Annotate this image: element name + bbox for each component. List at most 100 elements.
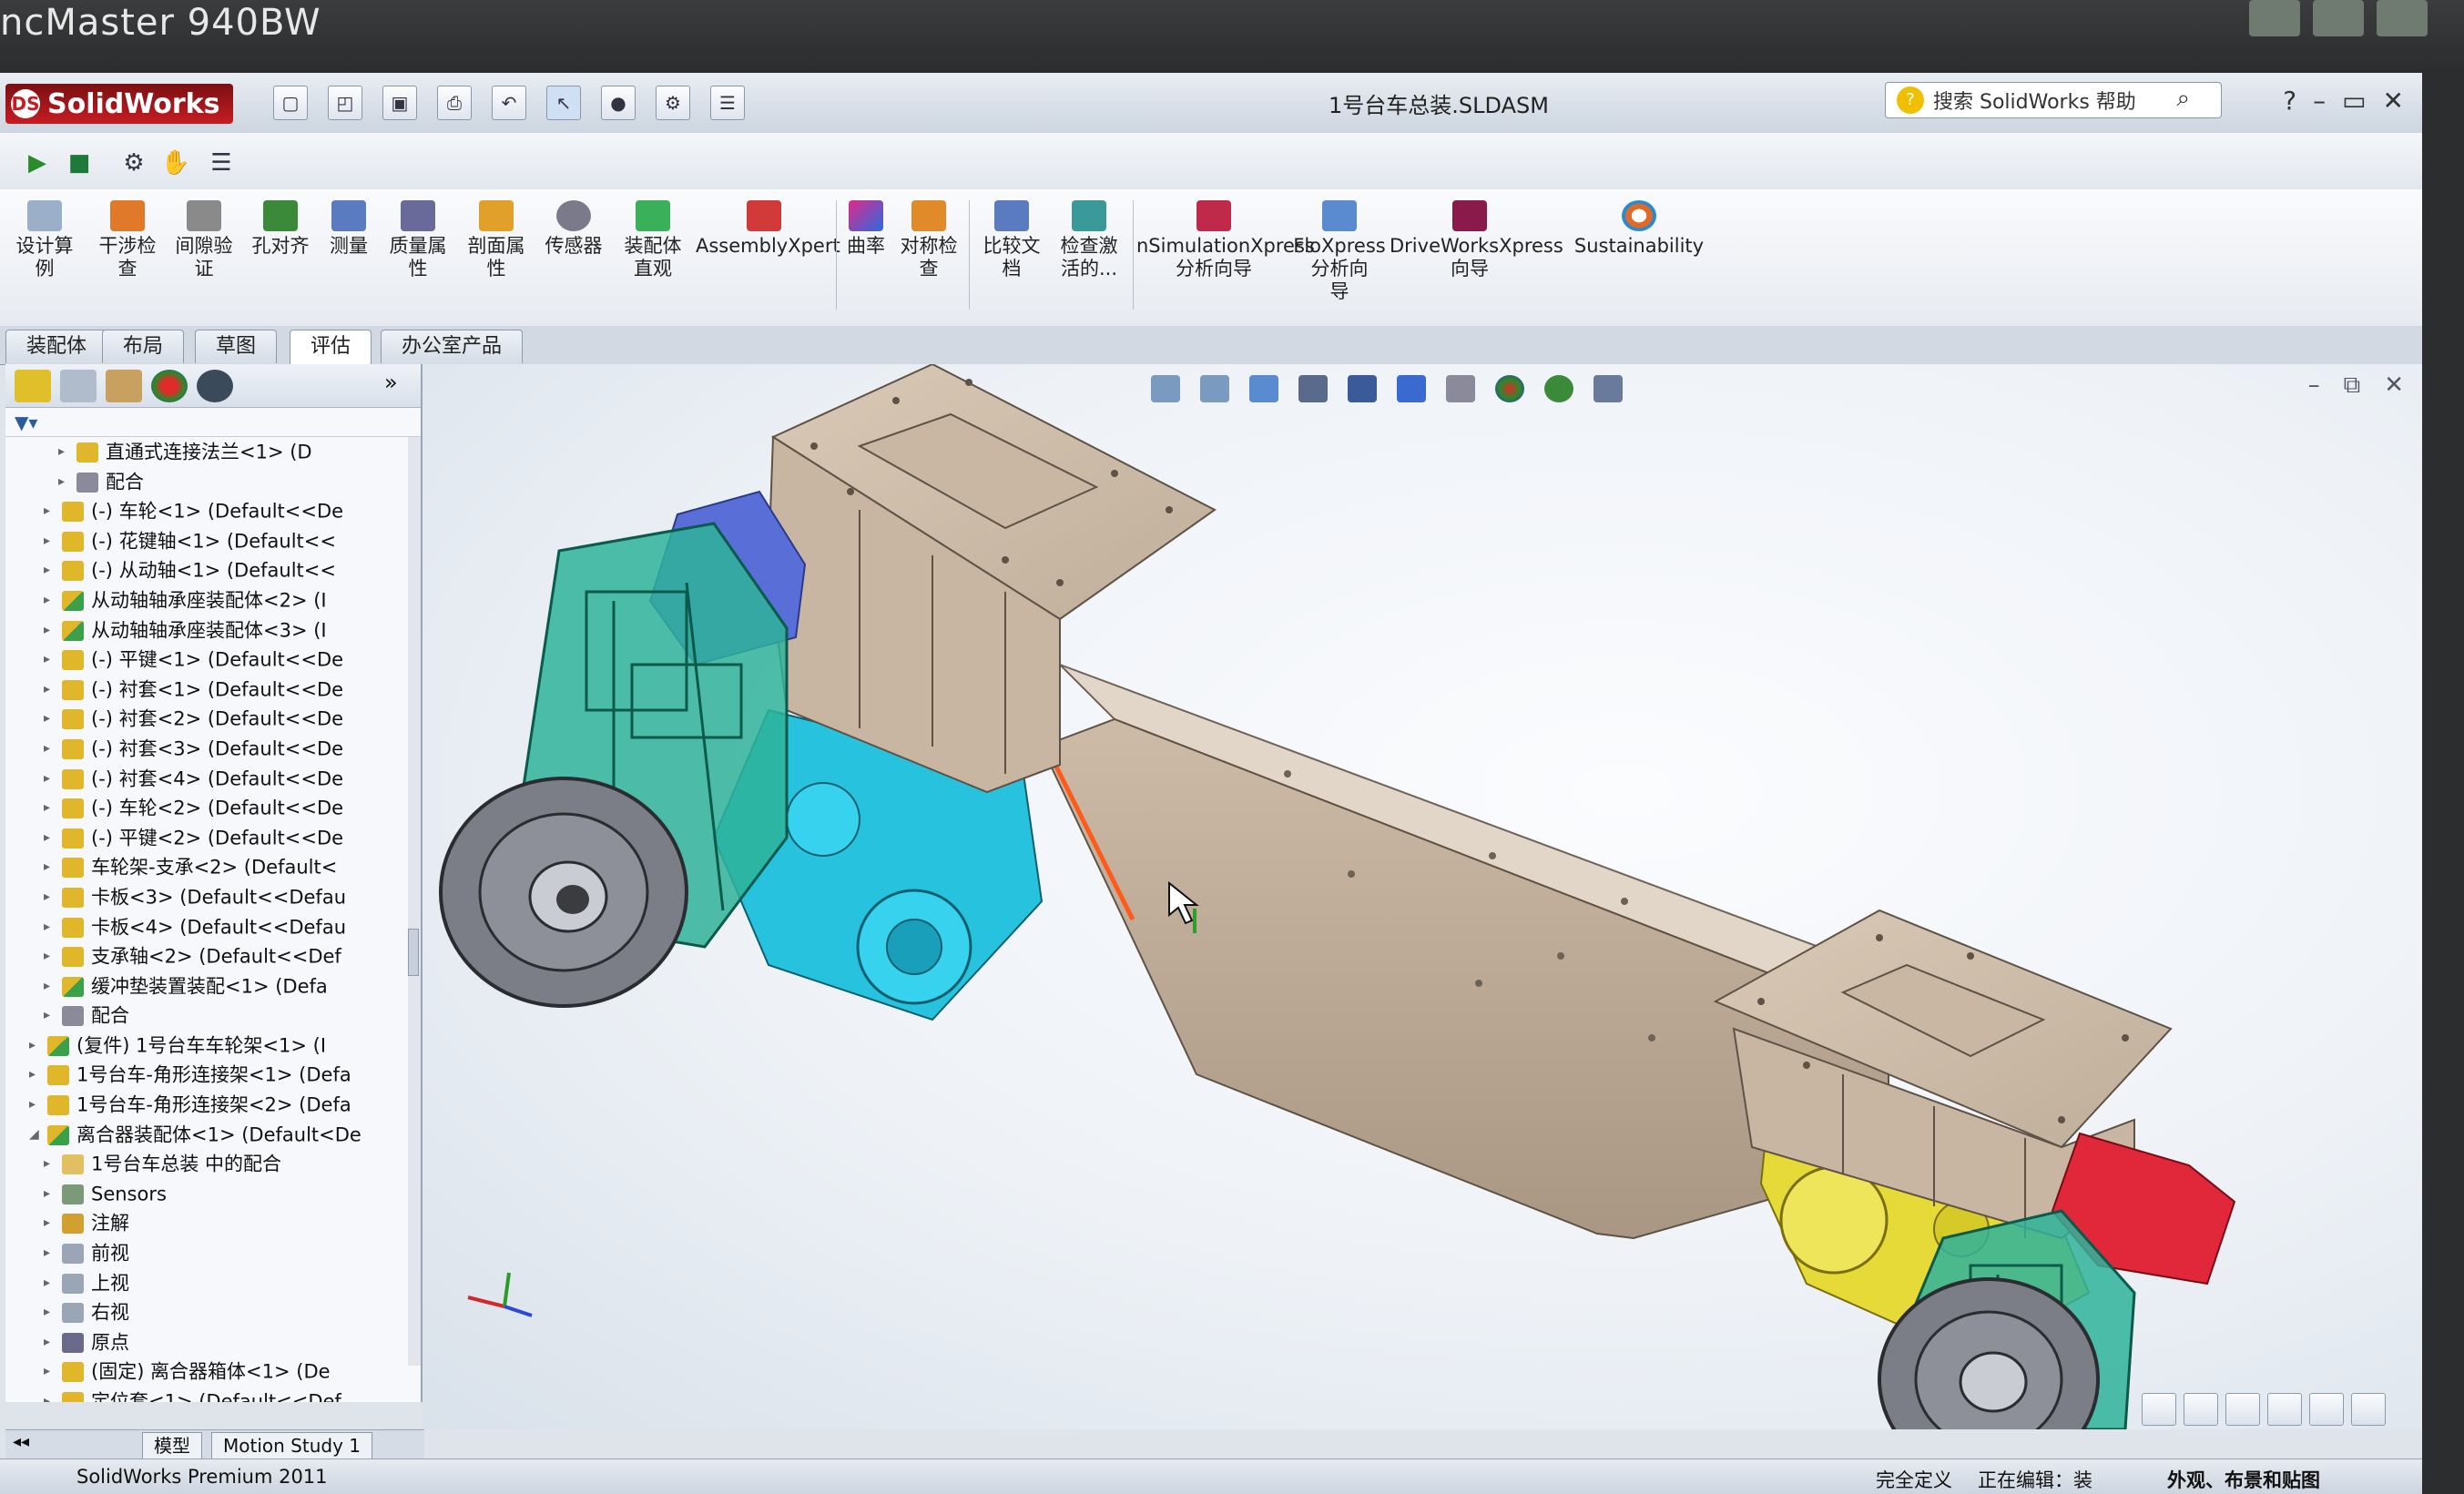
tree-expand-icon[interactable]: ▸ [44, 585, 56, 615]
tree-expand-icon[interactable]: ▸ [44, 1238, 56, 1268]
new-document-icon[interactable]: ▢ [273, 86, 308, 120]
tree-item[interactable]: ▸ 右视 [5, 1297, 421, 1327]
tree-item[interactable]: ▸ Sensors [5, 1179, 421, 1209]
solidworks-logo[interactable]: DS SolidWorks [5, 84, 233, 124]
tree-expand-icon[interactable]: ▸ [29, 1090, 42, 1120]
tree-expand-icon[interactable]: ▸ [44, 555, 56, 585]
tree-expand-icon[interactable]: ▸ [44, 1001, 56, 1031]
tree-expand-icon[interactable]: ▸ [44, 645, 56, 675]
tree-item[interactable]: ▸ 原点 [5, 1327, 421, 1357]
tree-item[interactable]: ▸ 定位套<1> (Default<<Def [5, 1387, 421, 1402]
tree-item[interactable]: ▸ 直通式连接法兰<1> (D [5, 437, 421, 467]
tree-item[interactable]: ▸ 车轮架-支承<2> (Default< [5, 852, 421, 882]
print-icon[interactable]: ⎙ [437, 86, 472, 120]
gear-tool-icon[interactable]: ⚙ [115, 144, 153, 182]
tree-item[interactable]: ▸ (-) 车轮<1> (Default<<De [5, 496, 421, 526]
tree-expand-icon[interactable]: ▸ [44, 971, 56, 1001]
customize-icon[interactable]: ☰ [710, 86, 745, 120]
tree-item[interactable]: ▸ 配合 [5, 467, 421, 497]
cmd-driveworksxpress[interactable]: DriveWorksXpress 向导 [1390, 200, 1563, 280]
tree-expand-icon[interactable]: ▸ [44, 526, 56, 556]
help-icon[interactable]: ? [2283, 86, 2296, 116]
tab-evaluate[interactable]: 评估 [290, 330, 372, 365]
cmd-design-study[interactable]: 设计算 例 [13, 200, 76, 280]
tree-expand-icon[interactable]: ▸ [44, 1149, 56, 1179]
tree-item[interactable]: ▸ (-) 花键轴<1> (Default<< [5, 526, 421, 556]
minimize-icon[interactable]: – [2313, 86, 2326, 116]
undo-icon[interactable]: ↶ [492, 86, 526, 120]
tree-item[interactable]: ▸ (复件) 1号台车车轮架<1> (I [5, 1031, 421, 1061]
scroll-left-icon[interactable]: ◂◂ [13, 1432, 29, 1451]
tree-item[interactable]: ▸ 支承轴<2> (Default<<Def [5, 941, 421, 971]
tree-expand-icon[interactable]: ▸ [44, 496, 56, 526]
cmd-interference-detection[interactable]: 干涉检 查 [93, 200, 162, 280]
cmd-assembly-visualization[interactable]: 装配体 直观 [616, 200, 690, 280]
tree-item[interactable]: ▸ 前视 [5, 1238, 421, 1268]
cmd-hole-alignment[interactable]: 孔对齐 [246, 200, 315, 258]
tree-expand-icon[interactable]: ▸ [44, 882, 56, 912]
view-palette-icon[interactable] [2267, 1393, 2302, 1426]
cmd-section-properties[interactable]: 剖面属 性 [461, 200, 532, 280]
feature-tree-icon[interactable] [15, 370, 51, 402]
tree-item[interactable]: ▸ 注解 [5, 1208, 421, 1238]
tree-expand-icon[interactable]: ▸ [44, 764, 56, 794]
options-icon[interactable]: ⚙ [656, 86, 690, 120]
property-manager-icon[interactable] [60, 370, 97, 402]
file-explorer-icon[interactable] [2225, 1393, 2260, 1426]
tree-filter[interactable]: ▼▾ [5, 408, 421, 437]
tree-expand-icon[interactable]: ▸ [44, 1179, 56, 1209]
tree-expand-icon[interactable]: ▸ [44, 793, 56, 823]
tree-item[interactable]: ▸ (固定) 离合器箱体<1> (De [5, 1357, 421, 1387]
tab-model[interactable]: 模型 [142, 1432, 202, 1459]
panel-splitter-handle[interactable] [408, 929, 419, 976]
assembly-model[interactable] [423, 364, 2422, 1429]
tab-layout[interactable]: 布局 [102, 330, 185, 363]
tree-item[interactable]: ▸ (-) 车轮<2> (Default<<De [5, 793, 421, 823]
cmd-curvature[interactable]: 曲率 [838, 200, 894, 258]
custom-properties-icon[interactable] [2351, 1393, 2386, 1426]
graphics-area[interactable]: – ⧉ ✕ [423, 364, 2422, 1429]
tree-item[interactable]: ▸ (-) 衬套<1> (Default<<De [5, 675, 421, 705]
cmd-simulationxpress[interactable]: nSimulationXpress 分析向导 [1136, 200, 1315, 280]
tree-item[interactable]: ▸ 上视 [5, 1268, 421, 1298]
tab-assembly[interactable]: 装配体 [5, 330, 108, 363]
display-manager-icon[interactable] [151, 370, 188, 402]
status-appearance[interactable]: 外观、布景和贴图 [2167, 1466, 2320, 1493]
tree-expand-icon[interactable]: ▸ [44, 1208, 56, 1238]
cmd-assemblyxpert[interactable]: AssemblyXpert [696, 200, 840, 258]
tree-item[interactable]: ▸ (-) 平键<2> (Default<<De [5, 823, 421, 853]
tab-office-products[interactable]: 办公室产品 [381, 330, 524, 363]
tree-expand-icon[interactable]: ▸ [44, 941, 56, 971]
tree-expand-icon[interactable]: ▸ [44, 1327, 56, 1357]
appearances-icon[interactable] [2309, 1393, 2344, 1426]
design-library-icon[interactable] [2184, 1393, 2218, 1426]
magnifier-icon[interactable]: ⌕ [2176, 85, 2190, 113]
tree-expand-icon[interactable]: ▸ [44, 1357, 56, 1387]
tree-expand-icon[interactable]: ▸ [44, 823, 56, 853]
tree-expand-icon[interactable]: ▸ [29, 1060, 42, 1090]
save-green-icon[interactable]: ■ [60, 144, 98, 182]
help-search-input[interactable]: ? 搜索 SolidWorks 帮助 ⌕ [1885, 82, 2222, 118]
tree-item[interactable]: ◢ 离合器装配体<1> (Default<De [5, 1120, 421, 1150]
tree-item[interactable]: ▸ 从动轴轴承座装配体<2> (I [5, 585, 421, 615]
rebuild-icon[interactable]: ● [601, 86, 636, 120]
cmd-mass-properties[interactable]: 质量属 性 [382, 200, 453, 280]
tree-expand-icon[interactable]: ▸ [58, 437, 71, 467]
maximize-icon[interactable]: ▭ [2342, 86, 2366, 116]
resources-icon[interactable] [2142, 1393, 2176, 1426]
tree-expand-icon[interactable]: ▸ [44, 704, 56, 734]
tree-scrollbar[interactable] [408, 437, 421, 1366]
tab-sketch[interactable]: 草图 [195, 330, 278, 363]
open-folder-icon[interactable]: ▶ [18, 144, 56, 182]
tree-expand-icon[interactable]: ▸ [44, 852, 56, 882]
cmd-measure[interactable]: 测量 [321, 200, 377, 258]
close-icon[interactable]: ✕ [2383, 86, 2404, 116]
cmd-symmetry-check[interactable]: 对称检 查 [894, 200, 963, 280]
cmd-clearance-verification[interactable]: 间隙验 证 [169, 200, 239, 280]
tree-item[interactable]: ▸ 卡板<4> (Default<<Defau [5, 912, 421, 942]
tree-item[interactable]: ▸ 1号台车-角形连接架<1> (Defa [5, 1060, 421, 1090]
hand-tool-icon[interactable]: ✋ [157, 144, 195, 182]
cmd-floxpress[interactable]: FloXpress 分析向 导 [1293, 200, 1386, 303]
tab-motion-study[interactable]: Motion Study 1 [211, 1432, 372, 1459]
tree-item[interactable]: ▸ 从动轴轴承座装配体<3> (I [5, 615, 421, 645]
